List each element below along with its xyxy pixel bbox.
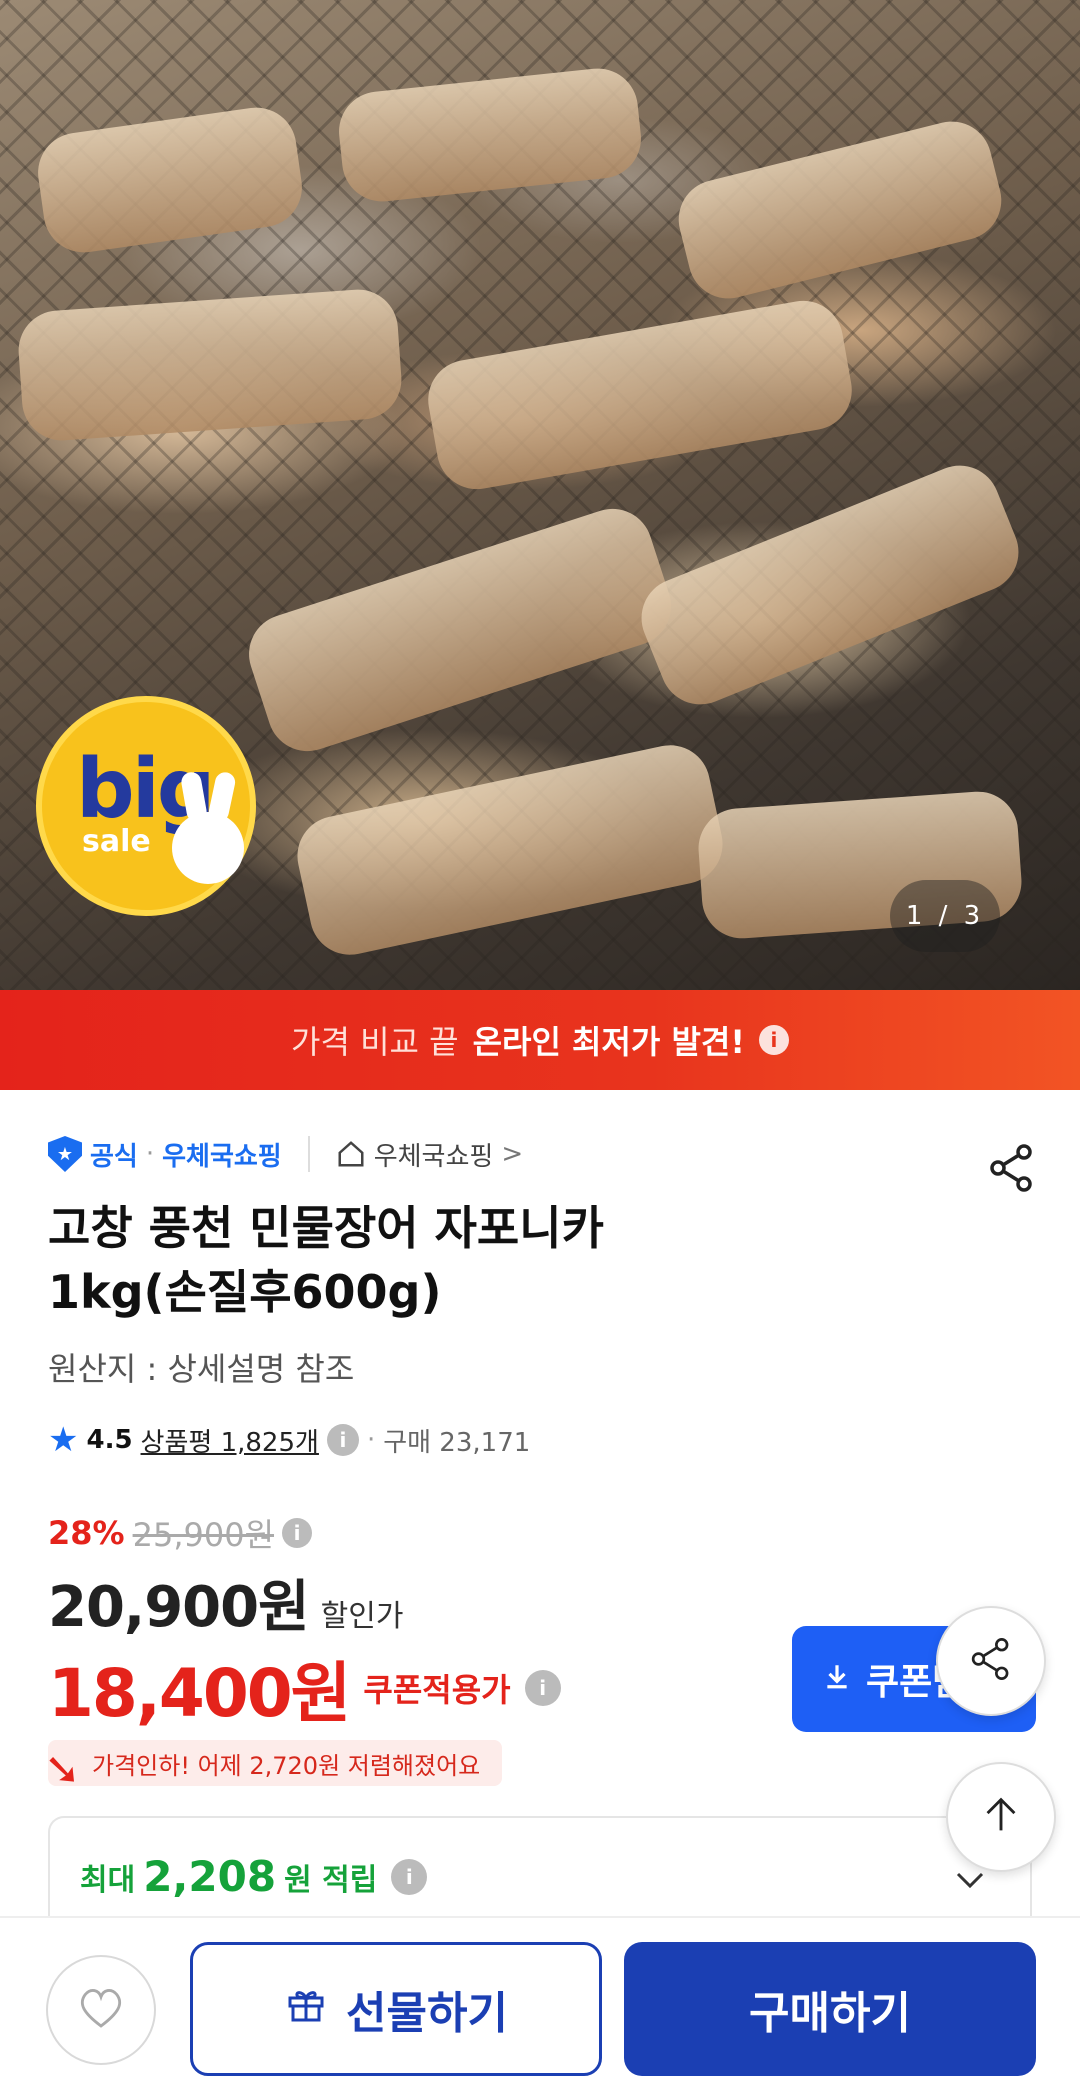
- points-row: 최대 2,208 원 적립 i: [80, 1852, 428, 1901]
- sale-price-row: 20,900원 할인가: [48, 1562, 403, 1643]
- reviews-link[interactable]: 상품평 1,825개: [141, 1422, 319, 1459]
- info-icon[interactable]: i: [524, 1670, 561, 1706]
- download-icon: [822, 1659, 852, 1700]
- food-piece: [15, 286, 405, 444]
- info-icon[interactable]: i: [282, 1518, 313, 1548]
- home-icon[interactable]: [336, 1139, 366, 1169]
- divider: [307, 1136, 310, 1172]
- big-sale-badge: big sale: [36, 696, 256, 916]
- seller-name: 우체국쇼핑: [162, 1141, 282, 1172]
- product-title: 고창 풍천 민물장어 자포니카 1kg(손질후600g): [48, 1196, 948, 1324]
- price-drop-text: 가격인하! 어제 2,720원 저렴해졌어요: [92, 1751, 481, 1780]
- seller-row: ★ 공식 · 우체국쇼핑 우체국쇼핑 >: [48, 1132, 523, 1176]
- price-drop-notice: ➘ 가격인하! 어제 2,720원 저렴해졌어요: [44, 1740, 503, 1795]
- gift-button[interactable]: 선물하기: [190, 1942, 602, 2076]
- arrow-down-icon: ➘: [44, 1744, 81, 1795]
- original-price: 25,900원: [132, 1516, 275, 1554]
- banner-light-text: 가격 비교 끝: [291, 1023, 459, 1061]
- chevron-right-icon: >: [501, 1139, 524, 1169]
- gift-label: 선물하기: [346, 1988, 508, 2039]
- floating-share-button[interactable]: [936, 1606, 1046, 1716]
- origin-text: 원산지 : 상세설명 참조: [48, 1350, 355, 1388]
- info-icon[interactable]: i: [391, 1858, 428, 1895]
- purchase-count: 구매 23,171: [383, 1427, 531, 1458]
- sale-price-label: 할인가: [320, 1599, 404, 1634]
- buy-button[interactable]: 구매하기: [624, 1942, 1036, 2076]
- scroll-top-button[interactable]: [946, 1762, 1056, 1872]
- image-counter: 1 / 3: [890, 880, 1000, 952]
- shield-icon: ★: [48, 1136, 82, 1172]
- product-title-line1: 고창 풍천 민물장어 자포니카: [48, 1201, 604, 1255]
- separator-dot: ·: [145, 1139, 155, 1169]
- info-icon[interactable]: i: [326, 1424, 359, 1456]
- product-image[interactable]: big sale 1 / 3: [0, 0, 1080, 990]
- discount-percent: 28%: [48, 1514, 125, 1552]
- coupon-price: 18,400원: [48, 1655, 351, 1732]
- heart-icon: [74, 1981, 128, 2039]
- points-value: 2,208: [143, 1852, 277, 1901]
- points-unit: 원 적립: [284, 1862, 378, 1898]
- sale-price: 20,900원: [48, 1575, 310, 1640]
- arrow-up-icon: [978, 1792, 1024, 1842]
- separator-dot: ·: [366, 1425, 376, 1455]
- lowest-price-banner[interactable]: 가격 비교 끝 온라인 최저가 발견! i: [0, 990, 1080, 1090]
- info-icon[interactable]: i: [758, 1025, 789, 1055]
- banner-bold-text: 온라인 최저가 발견!: [472, 1023, 745, 1061]
- share-icon[interactable]: [984, 1140, 1040, 1196]
- official-label: 공식: [90, 1141, 138, 1172]
- points-prefix: 최대: [80, 1862, 136, 1898]
- store-link[interactable]: 우체국쇼핑: [374, 1136, 494, 1173]
- bunny-icon: [172, 812, 244, 884]
- wishlist-button[interactable]: [46, 1955, 156, 2065]
- star-icon: ★: [48, 1420, 79, 1460]
- gift-icon: [284, 1982, 328, 2037]
- rating-score: 4.5: [86, 1425, 133, 1455]
- share-icon: [966, 1634, 1016, 1688]
- rating-row: ★ 4.5 상품평 1,825개 i · 구매 23,171: [48, 1420, 530, 1460]
- discount-row: 28% 25,900원 i: [48, 1510, 313, 1556]
- coupon-price-label: 쿠폰적용가: [363, 1671, 511, 1709]
- badge-sale-text: sale: [82, 824, 151, 859]
- coupon-price-row: 18,400원 쿠폰적용가 i: [48, 1640, 561, 1736]
- product-title-line2: 1kg(손질후600g): [48, 1265, 442, 1319]
